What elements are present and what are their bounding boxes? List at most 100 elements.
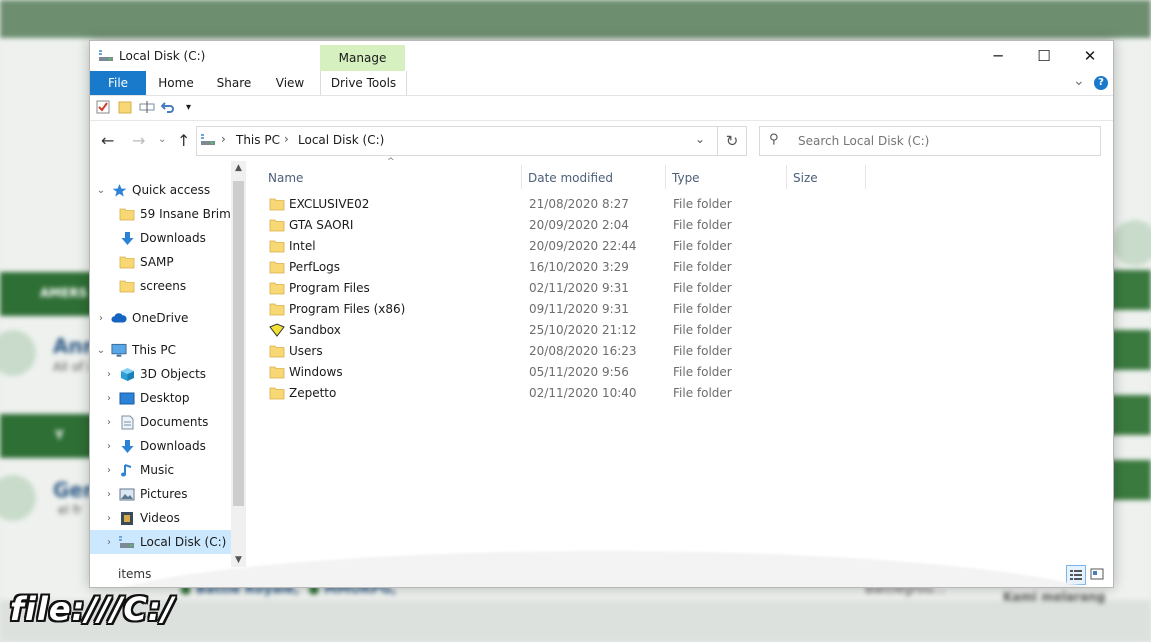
nav-item[interactable]: › Videos	[90, 506, 231, 530]
rename-icon[interactable]	[139, 100, 155, 116]
properties-icon[interactable]	[96, 100, 112, 116]
nav-item[interactable]: 59 Insane Brim B	[90, 202, 231, 226]
column-header-name[interactable]: Name	[268, 165, 303, 191]
folder-icon	[269, 386, 285, 400]
file-row[interactable]: Program Files 02/11/2020 9:31 File folder	[261, 278, 961, 299]
file-date: 05/11/2020 9:56	[529, 365, 629, 379]
expand-chevron-icon[interactable]: ›	[103, 537, 115, 548]
expand-chevron-icon[interactable]: ⌄	[95, 185, 107, 196]
up-arrow-icon[interactable]: ↑	[177, 131, 190, 150]
undo-icon[interactable]	[160, 100, 177, 116]
file-row[interactable]: Sandbox 25/10/2020 21:12 File folder	[261, 320, 961, 341]
nav-item[interactable]: ⌄ This PC	[90, 338, 231, 362]
breadcrumb-this-pc[interactable]: This PC	[236, 133, 280, 147]
column-header-size[interactable]: Size	[793, 165, 818, 191]
nav-item[interactable]: › Downloads	[90, 434, 231, 458]
nav-item[interactable]: screens	[90, 274, 231, 298]
expand-chevron-icon[interactable]: ›	[103, 369, 115, 380]
file-row[interactable]: GTA SAORI 20/09/2020 2:04 File folder	[261, 215, 961, 236]
help-icon[interactable]: ?	[1094, 76, 1108, 90]
tab-share[interactable]: Share	[214, 71, 254, 95]
expand-chevron-icon[interactable]: ›	[103, 393, 115, 404]
file-row[interactable]: PerfLogs 16/10/2020 3:29 File folder	[261, 257, 961, 278]
close-button[interactable]: ✕	[1067, 41, 1113, 71]
file-date: 09/11/2020 9:31	[529, 302, 629, 316]
address-row: ← → ⌄ ↑ › This PC › Local Disk (C:) ⌄ ↻ …	[90, 125, 1113, 157]
file-date: 02/11/2020 9:31	[529, 281, 629, 295]
nav-item[interactable]: › 3D Objects	[90, 362, 231, 386]
background-sub-1: All of i	[53, 360, 91, 374]
cube-icon	[119, 366, 135, 382]
nav-scrollbar[interactable]: ▲ ▼	[231, 161, 246, 567]
caption-overlay: file:///C:/	[10, 590, 175, 628]
minimize-button[interactable]: ─	[975, 41, 1021, 71]
recent-locations-icon[interactable]: ⌄	[158, 134, 166, 145]
nav-item-label: Desktop	[140, 391, 190, 405]
expand-chevron-icon[interactable]: ›	[103, 417, 115, 428]
file-name: PerfLogs	[289, 260, 341, 274]
address-dropdown-icon[interactable]: ⌄	[695, 132, 705, 146]
expand-chevron-icon[interactable]: ›	[103, 513, 115, 524]
folder-icon	[269, 281, 285, 295]
scroll-up-icon[interactable]: ▲	[231, 163, 246, 173]
scroll-thumb[interactable]	[233, 181, 244, 506]
file-row[interactable]: Zepetto 02/11/2020 10:40 File folder	[261, 383, 961, 404]
background-sub-2: el fr	[58, 503, 82, 517]
address-bar[interactable]: › This PC › Local Disk (C:) ⌄	[196, 126, 718, 156]
expand-chevron-icon[interactable]: ›	[95, 313, 107, 324]
file-row[interactable]: EXCLUSIVE02 21/08/2020 8:27 File folder	[261, 194, 961, 215]
file-date: 20/08/2020 16:23	[529, 344, 637, 358]
tab-drive-tools[interactable]: Drive Tools	[320, 71, 407, 95]
drive-icon	[99, 50, 113, 65]
new-folder-icon[interactable]	[118, 100, 134, 116]
file-row[interactable]: Windows 05/11/2020 9:56 File folder	[261, 362, 961, 383]
nav-item[interactable]: › Music	[90, 458, 231, 482]
file-row[interactable]: Intel 20/09/2020 22:44 File folder	[261, 236, 961, 257]
column-header-date-modified[interactable]: Date modified	[528, 165, 613, 191]
tab-home[interactable]: Home	[156, 71, 196, 95]
expand-chevron-icon[interactable]: ›	[103, 465, 115, 476]
breadcrumb-separator-icon[interactable]: ›	[221, 132, 226, 146]
breadcrumb-local-disk[interactable]: Local Disk (C:)	[298, 133, 384, 147]
collapse-ribbon-icon[interactable]: ⌄	[1073, 73, 1085, 89]
expand-chevron-icon[interactable]: ⌄	[95, 345, 107, 356]
file-type: File folder	[673, 386, 732, 400]
back-arrow-icon[interactable]: ←	[101, 131, 114, 150]
file-type: File folder	[673, 323, 732, 337]
forward-arrow-icon[interactable]: →	[132, 131, 145, 150]
background-avatar-1	[0, 330, 36, 376]
nav-item[interactable]: › Pictures	[90, 482, 231, 506]
file-type: File folder	[673, 239, 732, 253]
tab-file[interactable]: File	[90, 71, 146, 95]
file-row[interactable]: Users 20/08/2020 16:23 File folder	[261, 341, 961, 362]
maximize-button[interactable]: ☐	[1021, 41, 1067, 71]
file-row[interactable]: Program Files (x86) 09/11/2020 9:31 File f…	[261, 299, 961, 320]
folder-icon	[119, 206, 135, 222]
nav-item[interactable]: ⌄ Quick access	[90, 178, 231, 202]
folder-icon	[119, 278, 135, 294]
search-box[interactable]: ⚲	[759, 126, 1101, 156]
download-icon	[119, 438, 135, 454]
file-type: File folder	[673, 260, 732, 274]
nav-item[interactable]: › OneDrive	[90, 306, 231, 330]
nav-item[interactable]: SAMP	[90, 250, 231, 274]
quick-access-toolbar: ▾	[90, 96, 1113, 121]
nav-item[interactable]: › Desktop	[90, 386, 231, 410]
nav-item-label: Downloads	[140, 231, 206, 245]
column-header-type[interactable]: Type	[672, 165, 700, 191]
expand-chevron-icon[interactable]: ›	[103, 489, 115, 500]
nav-item-label: Pictures	[140, 487, 188, 501]
nav-item[interactable]: Downloads	[90, 226, 231, 250]
breadcrumb-separator-icon[interactable]: ›	[284, 132, 289, 146]
nav-item[interactable]: › Local Disk (C:)	[90, 530, 231, 554]
file-type: File folder	[673, 197, 732, 211]
customize-toolbar-icon[interactable]: ▾	[186, 102, 202, 118]
refresh-button[interactable]: ↻	[717, 126, 747, 156]
tab-view[interactable]: View	[271, 71, 309, 95]
file-date: 25/10/2020 21:12	[529, 323, 637, 337]
search-input[interactable]	[796, 130, 1090, 152]
nav-item[interactable]: › Documents	[90, 410, 231, 434]
large-icons-view-icon[interactable]	[1088, 565, 1106, 583]
manage-tab-group[interactable]: Manage	[320, 45, 405, 71]
expand-chevron-icon[interactable]: ›	[103, 441, 115, 452]
